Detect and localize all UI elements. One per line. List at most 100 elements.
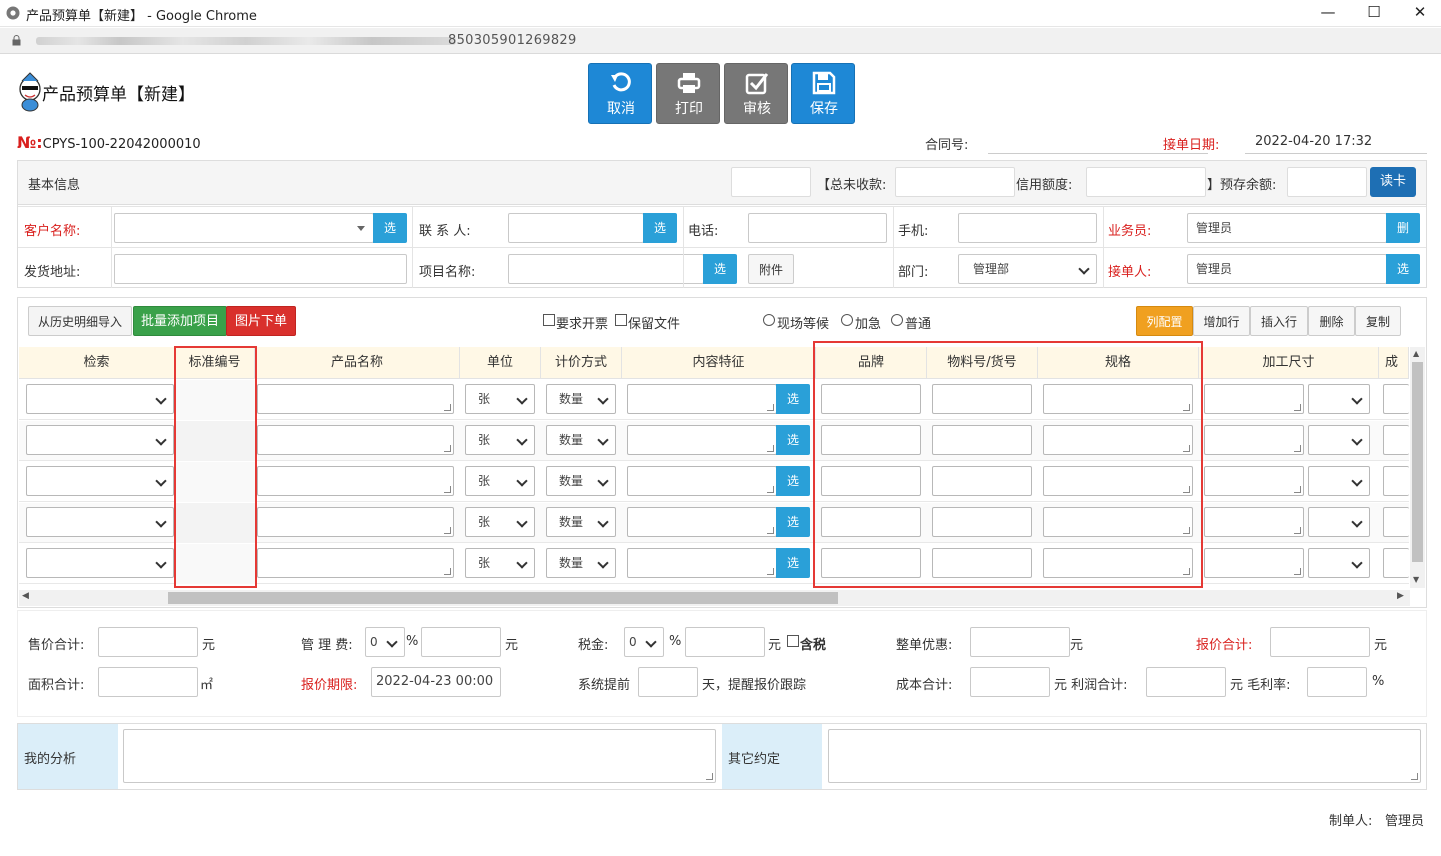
vertical-scrollbar-thumb[interactable]: [1412, 362, 1423, 562]
size-input[interactable]: [1204, 425, 1304, 455]
tax-input[interactable]: [685, 627, 765, 657]
unit-select[interactable]: 张: [465, 507, 535, 537]
save-button[interactable]: 保存: [791, 63, 855, 124]
import-history-button[interactable]: 从历史明细导入: [28, 306, 132, 336]
product-name-input[interactable]: [257, 384, 454, 414]
urgent-radio[interactable]: [841, 314, 853, 326]
cost-input[interactable]: [1383, 466, 1409, 496]
contact-pick-button[interactable]: 选: [643, 213, 677, 243]
other-terms-textarea[interactable]: [828, 729, 1421, 783]
size-input[interactable]: [1204, 466, 1304, 496]
area-total-input[interactable]: [98, 667, 198, 697]
read-card-button[interactable]: 读卡: [1370, 167, 1416, 197]
deadline-input[interactable]: 2022-04-23 00:00: [371, 667, 501, 697]
product-name-input[interactable]: [257, 425, 454, 455]
features-input[interactable]: [627, 425, 777, 455]
margin-input[interactable]: [1307, 667, 1367, 697]
pricing-select[interactable]: 数量: [546, 548, 616, 578]
features-input[interactable]: [627, 466, 777, 496]
mobile-input[interactable]: [958, 213, 1097, 243]
pricing-select[interactable]: 数量: [546, 425, 616, 455]
size-unit-select[interactable]: [1308, 466, 1370, 496]
invoice-checkbox[interactable]: [543, 314, 555, 326]
tax-select[interactable]: 0: [624, 627, 664, 657]
audit-button[interactable]: 审核: [724, 63, 788, 124]
contract-field[interactable]: [988, 153, 1208, 154]
size-unit-select[interactable]: [1308, 548, 1370, 578]
cost-input[interactable]: [1383, 507, 1409, 537]
pricing-select[interactable]: 数量: [546, 466, 616, 496]
mgmt-fee-select[interactable]: 0: [365, 627, 405, 657]
cancel-button[interactable]: 取消: [588, 63, 652, 124]
cost-total-input[interactable]: [970, 667, 1050, 697]
features-pick-button[interactable]: 选: [776, 384, 810, 414]
image-order-button[interactable]: 图片下单: [226, 306, 296, 336]
size-input[interactable]: [1204, 507, 1304, 537]
delete-row-button[interactable]: 删除: [1308, 306, 1355, 336]
size-input[interactable]: [1204, 384, 1304, 414]
batch-add-button[interactable]: 批量添加项目: [133, 306, 227, 336]
column-config-button[interactable]: 列配置: [1136, 306, 1193, 336]
quote-total-input[interactable]: [1270, 627, 1370, 657]
keep-files-checkbox[interactable]: [615, 314, 627, 326]
size-unit-select[interactable]: [1308, 507, 1370, 537]
receiver-pick-button[interactable]: 选: [1386, 254, 1420, 284]
features-pick-button[interactable]: 选: [776, 507, 810, 537]
sales-input[interactable]: 管理员: [1187, 213, 1387, 243]
print-button[interactable]: 打印: [656, 63, 720, 124]
search-select[interactable]: [26, 384, 174, 414]
insert-row-button[interactable]: 插入行: [1250, 306, 1308, 336]
copy-row-button[interactable]: 复制: [1355, 306, 1401, 336]
size-unit-select[interactable]: [1308, 384, 1370, 414]
unit-select[interactable]: 张: [465, 425, 535, 455]
cost-input[interactable]: [1383, 548, 1409, 578]
search-select[interactable]: [26, 507, 174, 537]
search-select[interactable]: [26, 425, 174, 455]
profit-total-input[interactable]: [1146, 667, 1226, 697]
features-input[interactable]: [627, 507, 777, 537]
product-name-input[interactable]: [257, 548, 454, 578]
analysis-textarea[interactable]: [123, 729, 716, 783]
search-select[interactable]: [26, 548, 174, 578]
scroll-left-icon[interactable]: ◀: [22, 591, 29, 601]
customer-pick-button[interactable]: 选: [373, 213, 407, 243]
sales-delete-button[interactable]: 删: [1386, 213, 1420, 243]
normal-radio[interactable]: [891, 314, 903, 326]
sale-total-input[interactable]: [98, 627, 198, 657]
close-icon[interactable]: ✕: [1397, 0, 1441, 27]
unit-select[interactable]: 张: [465, 548, 535, 578]
pricing-select[interactable]: 数量: [546, 507, 616, 537]
receiver-input[interactable]: 管理员: [1187, 254, 1387, 284]
features-pick-button[interactable]: 选: [776, 425, 810, 455]
address-bar[interactable]: 850305901269829: [0, 28, 1441, 54]
size-input[interactable]: [1204, 548, 1304, 578]
scroll-down-icon[interactable]: ▼: [1413, 575, 1419, 584]
discount-input[interactable]: [970, 627, 1070, 657]
mgmt-fee-input[interactable]: [421, 627, 501, 657]
customer-select[interactable]: [114, 213, 374, 243]
cost-input[interactable]: [1383, 384, 1409, 414]
remind-days-input[interactable]: [638, 667, 698, 697]
horizontal-scrollbar-thumb[interactable]: [168, 592, 838, 604]
maximize-icon[interactable]: ☐: [1351, 0, 1397, 27]
unit-select[interactable]: 张: [465, 466, 535, 496]
size-unit-select[interactable]: [1308, 425, 1370, 455]
attachment-button[interactable]: 附件: [748, 254, 794, 284]
contact-input[interactable]: [508, 213, 644, 243]
address-input[interactable]: [114, 254, 407, 284]
product-name-input[interactable]: [257, 466, 454, 496]
features-input[interactable]: [627, 548, 777, 578]
onsite-radio[interactable]: [763, 314, 775, 326]
pricing-select[interactable]: 数量: [546, 384, 616, 414]
phone-input[interactable]: [748, 213, 887, 243]
tax-included-checkbox[interactable]: [787, 635, 799, 647]
dept-select[interactable]: 管理部: [958, 254, 1097, 284]
project-pick-button[interactable]: 选: [703, 254, 737, 284]
features-input[interactable]: [627, 384, 777, 414]
scroll-up-icon[interactable]: ▲: [1413, 349, 1419, 358]
project-input[interactable]: [508, 254, 704, 284]
minimize-icon[interactable]: —: [1305, 0, 1351, 27]
features-pick-button[interactable]: 选: [776, 548, 810, 578]
search-select[interactable]: [26, 466, 174, 496]
cost-input[interactable]: [1383, 425, 1409, 455]
